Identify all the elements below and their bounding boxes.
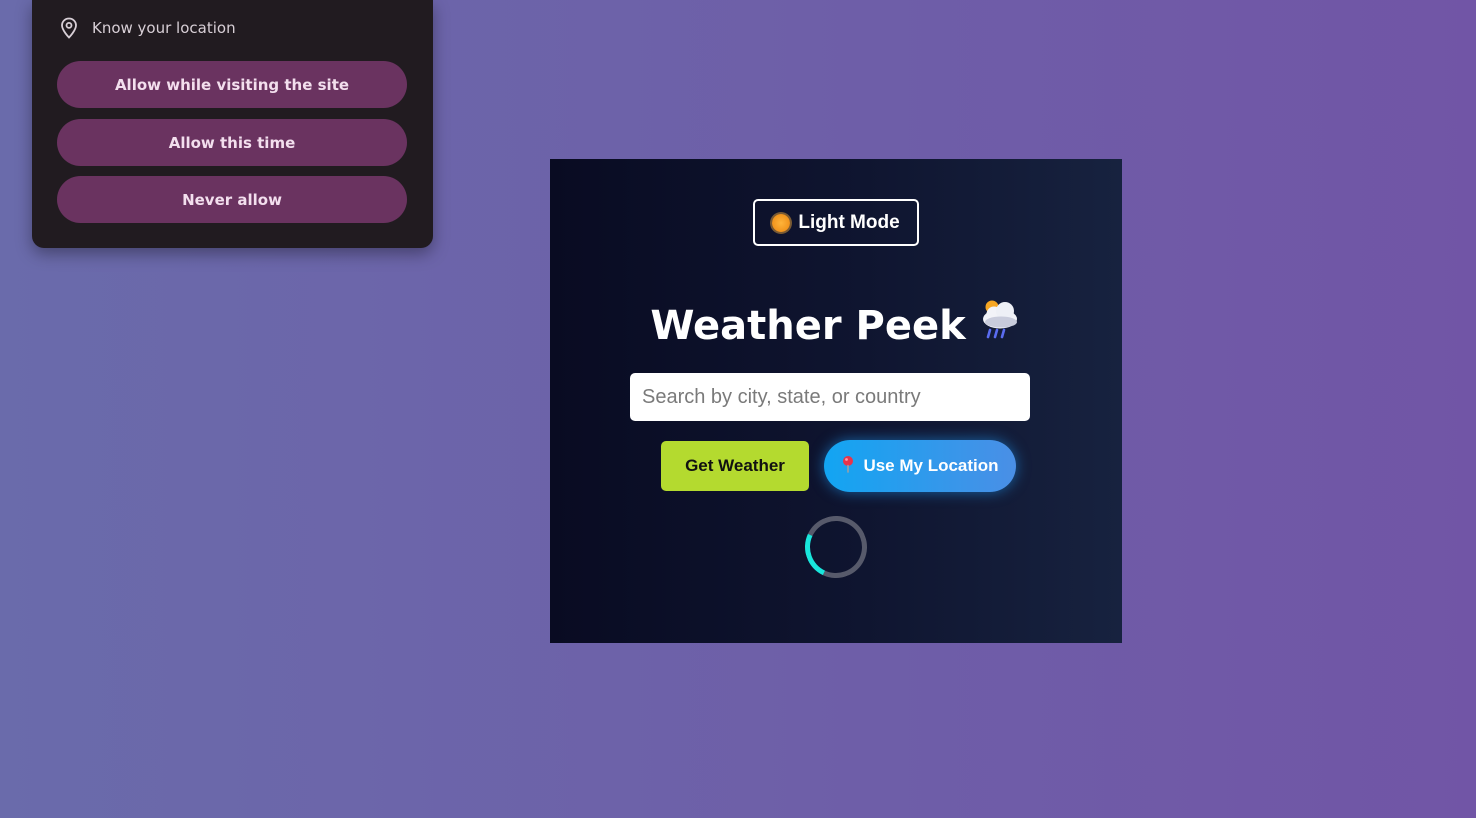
sun-icon (772, 213, 791, 232)
permission-prompt-text: Know your location (92, 19, 236, 37)
red-pin-icon (841, 455, 855, 478)
allow-while-visiting-button[interactable]: Allow while visiting the site (57, 61, 407, 108)
light-mode-toggle-button[interactable]: Light Mode (753, 199, 919, 246)
loading-spinner (796, 507, 876, 587)
app-title: Weather Peek (550, 297, 1122, 354)
weather-card: Light Mode Weather Peek Get Weather (550, 159, 1122, 643)
use-my-location-button[interactable]: Use My Location (824, 440, 1016, 492)
get-weather-button[interactable]: Get Weather (661, 441, 809, 491)
city-search-input[interactable] (630, 373, 1030, 421)
use-my-location-label: Use My Location (863, 456, 999, 475)
app-title-text: Weather Peek (650, 302, 966, 349)
cloud-rain-sun-icon (978, 297, 1022, 354)
allow-this-time-button[interactable]: Allow this time (57, 119, 407, 166)
location-pin-icon (60, 17, 78, 39)
location-permission-popup: Know your location Allow while visiting … (32, 0, 433, 248)
light-mode-label: Light Mode (798, 211, 900, 233)
never-allow-button[interactable]: Never allow (57, 176, 407, 223)
permission-prompt-row: Know your location (60, 17, 236, 39)
